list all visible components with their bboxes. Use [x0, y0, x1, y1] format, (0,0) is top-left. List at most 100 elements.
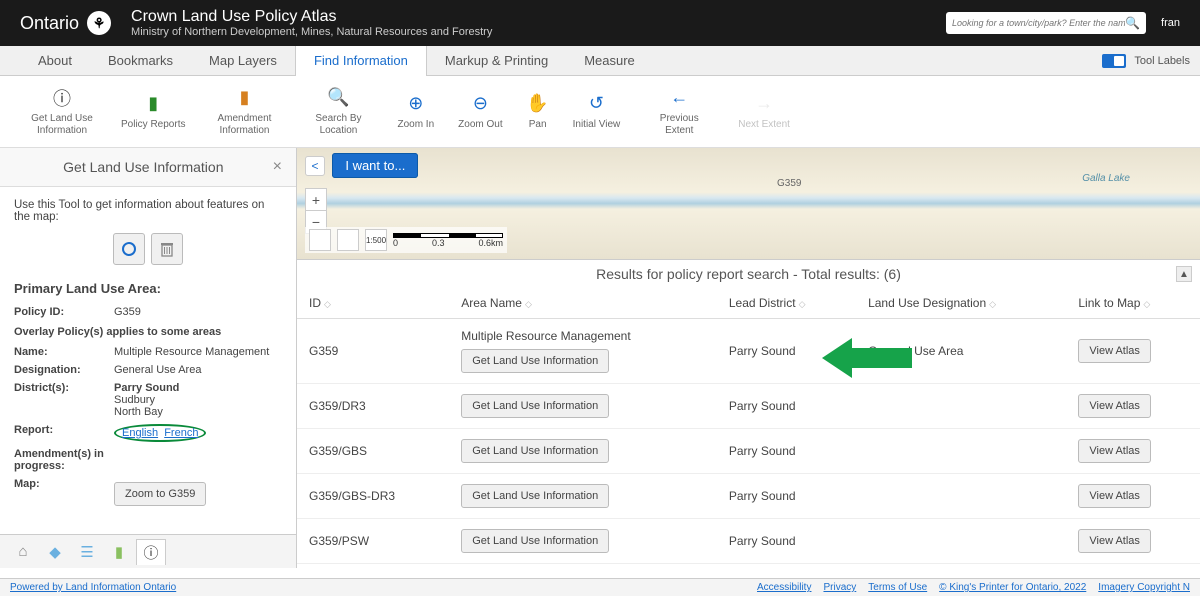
- get-land-use-info-button[interactable]: Get Land Use Information: [461, 439, 609, 463]
- tab-bookmarks[interactable]: Bookmarks: [90, 46, 191, 76]
- get-land-use-info-button[interactable]: Get Land Use Information: [461, 349, 609, 373]
- cell-designation: [856, 429, 1066, 474]
- toolbar-get-land-use-information[interactable]: ⓘGet Land Use Information: [15, 81, 109, 142]
- app-title: Crown Land Use Policy Atlas: [131, 8, 492, 26]
- map-canvas[interactable]: < I want to... + − G359 Galla Lake 1:500…: [297, 148, 1200, 260]
- sort-icon: ◇: [324, 299, 331, 309]
- view-atlas-button[interactable]: View Atlas: [1078, 439, 1151, 463]
- collapse-results-icon[interactable]: ▲: [1176, 266, 1192, 282]
- sort-icon: ◇: [989, 299, 996, 309]
- report-label: Report:: [14, 424, 114, 442]
- column-header[interactable]: ID◇: [297, 288, 449, 319]
- footer-powered-by[interactable]: Powered by Land Information Ontario: [10, 582, 176, 593]
- toolbar-policy-reports[interactable]: ▮Policy Reports: [109, 81, 197, 142]
- column-header[interactable]: Link to Map◇: [1066, 288, 1200, 319]
- basemap-icon[interactable]: [337, 229, 359, 251]
- tab-map-layers[interactable]: Map Layers: [191, 46, 295, 76]
- name-label: Name:: [14, 346, 114, 358]
- header-search[interactable]: 🔍: [946, 12, 1146, 34]
- toolbar-search-by-location[interactable]: 🔍Search By Location: [291, 81, 385, 142]
- footer-link[interactable]: Privacy: [823, 582, 856, 593]
- toolbar-label: Initial View: [573, 119, 621, 131]
- sidebar-bottom-tabs: ⌂ ◆ ☰ ▮ ⓘ: [0, 534, 296, 568]
- toolbar-icon: 🔍: [327, 87, 349, 109]
- column-header[interactable]: Area Name◇: [449, 288, 717, 319]
- map-label: Map:: [14, 478, 114, 506]
- cell-link-to-map: View Atlas: [1066, 429, 1200, 474]
- reports-tab-icon[interactable]: ▮: [104, 539, 134, 565]
- logo-text: Ontario: [20, 13, 79, 34]
- clear-button[interactable]: [151, 233, 183, 265]
- map-back-button[interactable]: <: [305, 156, 325, 176]
- toolbar-zoom-out[interactable]: ⊖Zoom Out: [446, 81, 514, 142]
- footer-link[interactable]: Terms of Use: [868, 582, 927, 593]
- cell-area-name: Get Land Use Information: [449, 519, 717, 564]
- column-header[interactable]: Lead District◇: [717, 288, 856, 319]
- identify-point-button[interactable]: [113, 233, 145, 265]
- cell-designation: [856, 474, 1066, 519]
- get-land-use-info-button[interactable]: Get Land Use Information: [461, 529, 609, 553]
- i-want-to-button[interactable]: I want to...: [332, 153, 418, 178]
- report-english-link[interactable]: English: [122, 427, 158, 439]
- legend-tab-icon[interactable]: ☰: [72, 539, 102, 565]
- home-tab-icon[interactable]: ⌂: [8, 539, 38, 565]
- overview-map-icon[interactable]: [309, 229, 331, 251]
- overlay-note: Overlay Policy(s) applies to some areas: [14, 326, 282, 338]
- table-row: G359 Multiple Resource ManagementGet Lan…: [297, 319, 1200, 384]
- view-atlas-button[interactable]: View Atlas: [1078, 394, 1151, 418]
- table-row: G359/GBS-DR3 Get Land Use Information Pa…: [297, 474, 1200, 519]
- report-french-link[interactable]: French: [164, 427, 198, 439]
- policy-id-label: Policy ID:: [14, 306, 114, 318]
- tab-markup-printing[interactable]: Markup & Printing: [427, 46, 566, 76]
- zoom-in-button[interactable]: +: [306, 189, 326, 211]
- get-land-use-info-button[interactable]: Get Land Use Information: [461, 484, 609, 508]
- search-icon[interactable]: 🔍: [1125, 16, 1140, 30]
- zoom-to-button[interactable]: Zoom to G359: [114, 482, 206, 506]
- close-icon[interactable]: ×: [273, 158, 282, 176]
- view-atlas-button[interactable]: View Atlas: [1078, 484, 1151, 508]
- toolbar-amendment-information[interactable]: ▮Amendment Information: [197, 81, 291, 142]
- toolbar-icon: →: [753, 93, 775, 115]
- toolbar-label: Zoom In: [397, 119, 434, 131]
- get-land-use-info-button[interactable]: Get Land Use Information: [461, 394, 609, 418]
- tab-find-information[interactable]: Find Information: [295, 46, 427, 76]
- policy-id-value: G359: [114, 306, 282, 318]
- toolbar-icon: ⊕: [405, 93, 427, 115]
- cell-lead-district: Parry Sound: [717, 384, 856, 429]
- toolbar-icon: ▮: [142, 93, 164, 115]
- scale-input[interactable]: 1:500: [365, 229, 387, 251]
- view-atlas-button[interactable]: View Atlas: [1078, 529, 1151, 553]
- cell-lead-district: Parry Sound: [717, 429, 856, 474]
- tool-labels-toggle[interactable]: Tool Labels: [1102, 54, 1190, 68]
- footer-link[interactable]: © King's Printer for Ontario, 2022: [939, 582, 1086, 593]
- toolbar-zoom-in[interactable]: ⊕ Zoom In: [385, 81, 446, 142]
- layers-tab-icon[interactable]: ◆: [40, 539, 70, 565]
- toggle-switch-icon[interactable]: [1102, 54, 1126, 68]
- footer-link[interactable]: Accessibility: [757, 582, 811, 593]
- amendments-label: Amendment(s) in progress:: [14, 448, 114, 472]
- green-arrow-annotation: [822, 333, 912, 386]
- districts-label: District(s):: [14, 382, 114, 418]
- districts-value: Parry Sound Sudbury North Bay: [114, 382, 282, 418]
- toolbar-previous-extent[interactable]: ←Previous Extent: [632, 81, 726, 142]
- panel-header: Get Land Use Information ×: [0, 148, 296, 187]
- tab-about[interactable]: About: [20, 46, 90, 76]
- info-tab-icon[interactable]: ⓘ: [136, 539, 166, 565]
- column-header[interactable]: Land Use Designation◇: [856, 288, 1066, 319]
- content-area: < I want to... + − G359 Galla Lake 1:500…: [297, 148, 1200, 568]
- footer-link[interactable]: Imagery Copyright N: [1098, 582, 1190, 593]
- toolbar-initial-view[interactable]: ↺Initial View: [561, 81, 633, 142]
- polygon-label: G359: [777, 178, 801, 189]
- toolbar-pan[interactable]: ✋Pan: [515, 81, 561, 142]
- toolbar: ⓘGet Land Use Information▮Policy Reports…: [0, 76, 1200, 148]
- sort-icon: ◇: [525, 299, 532, 309]
- tab-measure[interactable]: Measure: [566, 46, 653, 76]
- view-atlas-button[interactable]: View Atlas: [1078, 339, 1151, 363]
- panel-intro: Use this Tool to get information about f…: [14, 199, 282, 223]
- panel-title: Get Land Use Information: [14, 159, 273, 175]
- language-link[interactable]: fran: [1161, 17, 1180, 29]
- footer: Powered by Land Information Ontario Acce…: [0, 578, 1200, 596]
- search-input[interactable]: [952, 18, 1125, 28]
- sidebar-panel: Get Land Use Information × Use this Tool…: [0, 148, 297, 568]
- table-row: G359/PSW Get Land Use Information Parry …: [297, 519, 1200, 564]
